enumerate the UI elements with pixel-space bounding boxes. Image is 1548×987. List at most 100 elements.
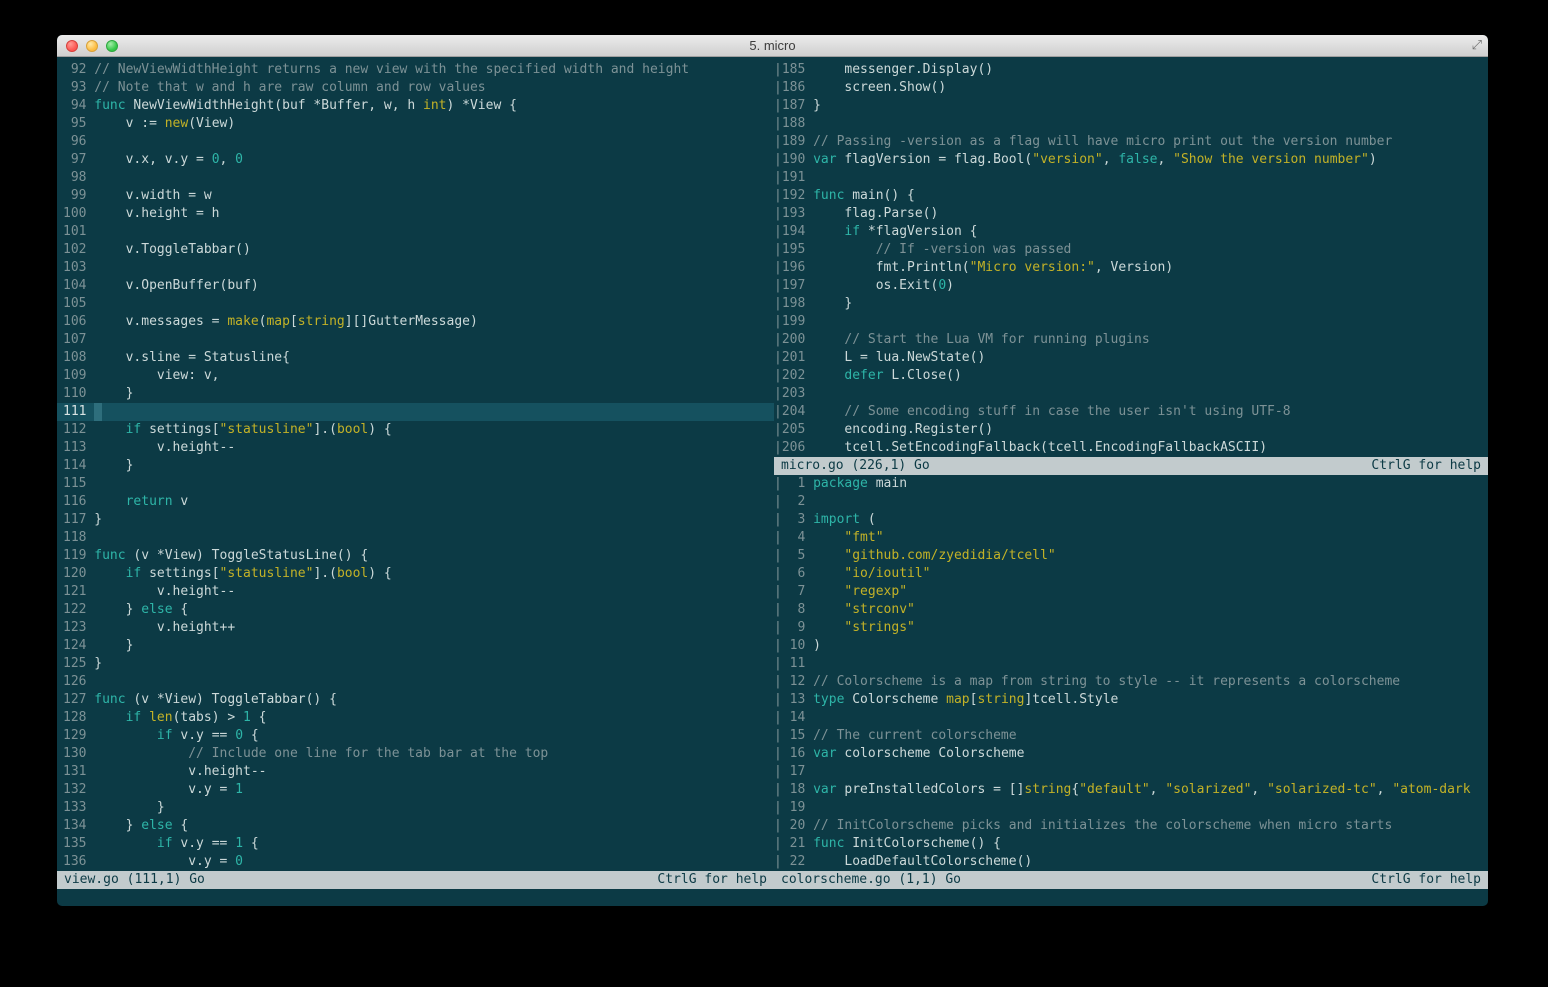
code-line[interactable]: 136 v.y = 0 — [57, 853, 774, 871]
code-line[interactable]: |1package main — [774, 475, 1488, 493]
code-line[interactable]: 95 v := new(View) — [57, 115, 774, 133]
code-line[interactable]: 132 v.y = 1 — [57, 781, 774, 799]
code-line[interactable]: |14 — [774, 709, 1488, 727]
code-line[interactable]: |190var flagVersion = flag.Bool("version… — [774, 151, 1488, 169]
code-line[interactable]: 101 — [57, 223, 774, 241]
code-line[interactable]: 131 v.height-- — [57, 763, 774, 781]
code-line[interactable]: 130 // Include one line for the tab bar … — [57, 745, 774, 763]
code-line[interactable]: 97 v.x, v.y = 0, 0 — [57, 151, 774, 169]
code-line[interactable]: |12// Colorscheme is a map from string t… — [774, 673, 1488, 691]
code-line[interactable]: 135 if v.y == 1 { — [57, 835, 774, 853]
code-line[interactable]: 116 return v — [57, 493, 774, 511]
code-line[interactable]: 106 v.messages = make(map[string][]Gutte… — [57, 313, 774, 331]
code-line[interactable]: 115 — [57, 475, 774, 493]
code-line[interactable]: |203 — [774, 385, 1488, 403]
code-line[interactable]: 112 if settings["statusline"].(bool) { — [57, 421, 774, 439]
code-line[interactable]: |191 — [774, 169, 1488, 187]
code-line[interactable]: |196 fmt.Println("Micro version:", Versi… — [774, 259, 1488, 277]
code-line[interactable]: 109 view: v, — [57, 367, 774, 385]
close-button[interactable] — [66, 40, 78, 52]
code-line[interactable]: 128 if len(tabs) > 1 { — [57, 709, 774, 727]
code-line[interactable]: 105 — [57, 295, 774, 313]
code-line[interactable]: 119func (v *View) ToggleStatusLine() { — [57, 547, 774, 565]
code-line[interactable]: |201 L = lua.NewState() — [774, 349, 1488, 367]
code-line[interactable]: |3import ( — [774, 511, 1488, 529]
code-line[interactable]: |194 if *flagVersion { — [774, 223, 1488, 241]
code-line[interactable]: |20// InitColorscheme picks and initiali… — [774, 817, 1488, 835]
code-line[interactable]: |188 — [774, 115, 1488, 133]
code-line[interactable]: 104 v.OpenBuffer(buf) — [57, 277, 774, 295]
code-line[interactable]: |10) — [774, 637, 1488, 655]
code-line[interactable]: 133 } — [57, 799, 774, 817]
code-line[interactable]: |195 // If -version was passed — [774, 241, 1488, 259]
code-line[interactable]: |13type Colorscheme map[string]tcell.Sty… — [774, 691, 1488, 709]
code-line[interactable]: 98 — [57, 169, 774, 187]
code-line[interactable]: 121 v.height-- — [57, 583, 774, 601]
code-line[interactable]: |5 "github.com/zyedidia/tcell" — [774, 547, 1488, 565]
code-line[interactable]: |11 — [774, 655, 1488, 673]
code-line[interactable]: |185 messenger.Display() — [774, 61, 1488, 79]
code-line[interactable]: |9 "strings" — [774, 619, 1488, 637]
code-line[interactable]: 108 v.sline = Statusline{ — [57, 349, 774, 367]
code-line[interactable]: 113 v.height-- — [57, 439, 774, 457]
code-line[interactable]: 125} — [57, 655, 774, 673]
pane-micro-go[interactable]: |185 messenger.Display()|186 screen.Show… — [774, 61, 1488, 457]
code-line[interactable]: 122 } else { — [57, 601, 774, 619]
code-line[interactable]: |189// Passing -version as a flag will h… — [774, 133, 1488, 151]
titlebar[interactable]: 5. micro ⤢ — [57, 35, 1488, 57]
code-line[interactable]: 99 v.width = w — [57, 187, 774, 205]
code-line[interactable]: |7 "regexp" — [774, 583, 1488, 601]
code-line[interactable]: |192func main() { — [774, 187, 1488, 205]
code-line[interactable]: |17 — [774, 763, 1488, 781]
pane-view-go[interactable]: 92// NewViewWidthHeight returns a new vi… — [57, 61, 774, 871]
code-line[interactable]: 123 v.height++ — [57, 619, 774, 637]
code-line[interactable]: 134 } else { — [57, 817, 774, 835]
code-line[interactable]: |19 — [774, 799, 1488, 817]
code-line[interactable]: 100 v.height = h — [57, 205, 774, 223]
code-line[interactable]: |205 encoding.Register() — [774, 421, 1488, 439]
code-line[interactable]: 126 — [57, 673, 774, 691]
code-line[interactable]: |204 // Some encoding stuff in case the … — [774, 403, 1488, 421]
code-line[interactable]: |18var preInstalledColors = []string{"de… — [774, 781, 1488, 799]
minimize-button[interactable] — [86, 40, 98, 52]
code-line[interactable]: |199 — [774, 313, 1488, 331]
code-line[interactable]: 127func (v *View) ToggleTabbar() { — [57, 691, 774, 709]
code-line[interactable]: 96 — [57, 133, 774, 151]
code-line[interactable]: |6 "io/ioutil" — [774, 565, 1488, 583]
window-resize-icon[interactable]: ⤢ — [1472, 37, 1482, 53]
line-number: 205 — [782, 421, 805, 439]
code-line[interactable]: |15// The current colorscheme — [774, 727, 1488, 745]
code-line[interactable]: 124 } — [57, 637, 774, 655]
code-line[interactable]: |4 "fmt" — [774, 529, 1488, 547]
code-line[interactable]: |22 LoadDefaultColorscheme() — [774, 853, 1488, 871]
code-line[interactable]: |198 } — [774, 295, 1488, 313]
code-line[interactable]: 111 — [57, 403, 774, 421]
code-line[interactable]: 102 v.ToggleTabbar() — [57, 241, 774, 259]
code-line[interactable]: 93// Note that w and h are raw column an… — [57, 79, 774, 97]
code-line[interactable]: |186 screen.Show() — [774, 79, 1488, 97]
code-line[interactable]: 92// NewViewWidthHeight returns a new vi… — [57, 61, 774, 79]
line-number: 12 — [782, 673, 805, 691]
zoom-button[interactable] — [106, 40, 118, 52]
code-line[interactable]: 94func NewViewWidthHeight(buf *Buffer, w… — [57, 97, 774, 115]
code-line[interactable]: |202 defer L.Close() — [774, 367, 1488, 385]
code-line[interactable]: 117} — [57, 511, 774, 529]
code-line[interactable]: |8 "strconv" — [774, 601, 1488, 619]
code-line[interactable]: |197 os.Exit(0) — [774, 277, 1488, 295]
line-number: 133 — [63, 799, 86, 817]
code-line[interactable]: 120 if settings["statusline"].(bool) { — [57, 565, 774, 583]
code-line[interactable]: 114 } — [57, 457, 774, 475]
code-line[interactable]: 107 — [57, 331, 774, 349]
code-line[interactable]: |206 tcell.SetEncodingFallback(tcell.Enc… — [774, 439, 1488, 457]
code-line[interactable]: 110 } — [57, 385, 774, 403]
code-line[interactable]: 103 — [57, 259, 774, 277]
code-line[interactable]: 118 — [57, 529, 774, 547]
code-line[interactable]: 129 if v.y == 0 { — [57, 727, 774, 745]
code-line[interactable]: |2 — [774, 493, 1488, 511]
pane-colorscheme-go[interactable]: |1package main|2|3import (|4 "fmt"|5 "gi… — [774, 475, 1488, 871]
code-line[interactable]: |193 flag.Parse() — [774, 205, 1488, 223]
code-line[interactable]: |187} — [774, 97, 1488, 115]
code-line[interactable]: |16var colorscheme Colorscheme — [774, 745, 1488, 763]
code-line[interactable]: |21func InitColorscheme() { — [774, 835, 1488, 853]
code-line[interactable]: |200 // Start the Lua VM for running plu… — [774, 331, 1488, 349]
